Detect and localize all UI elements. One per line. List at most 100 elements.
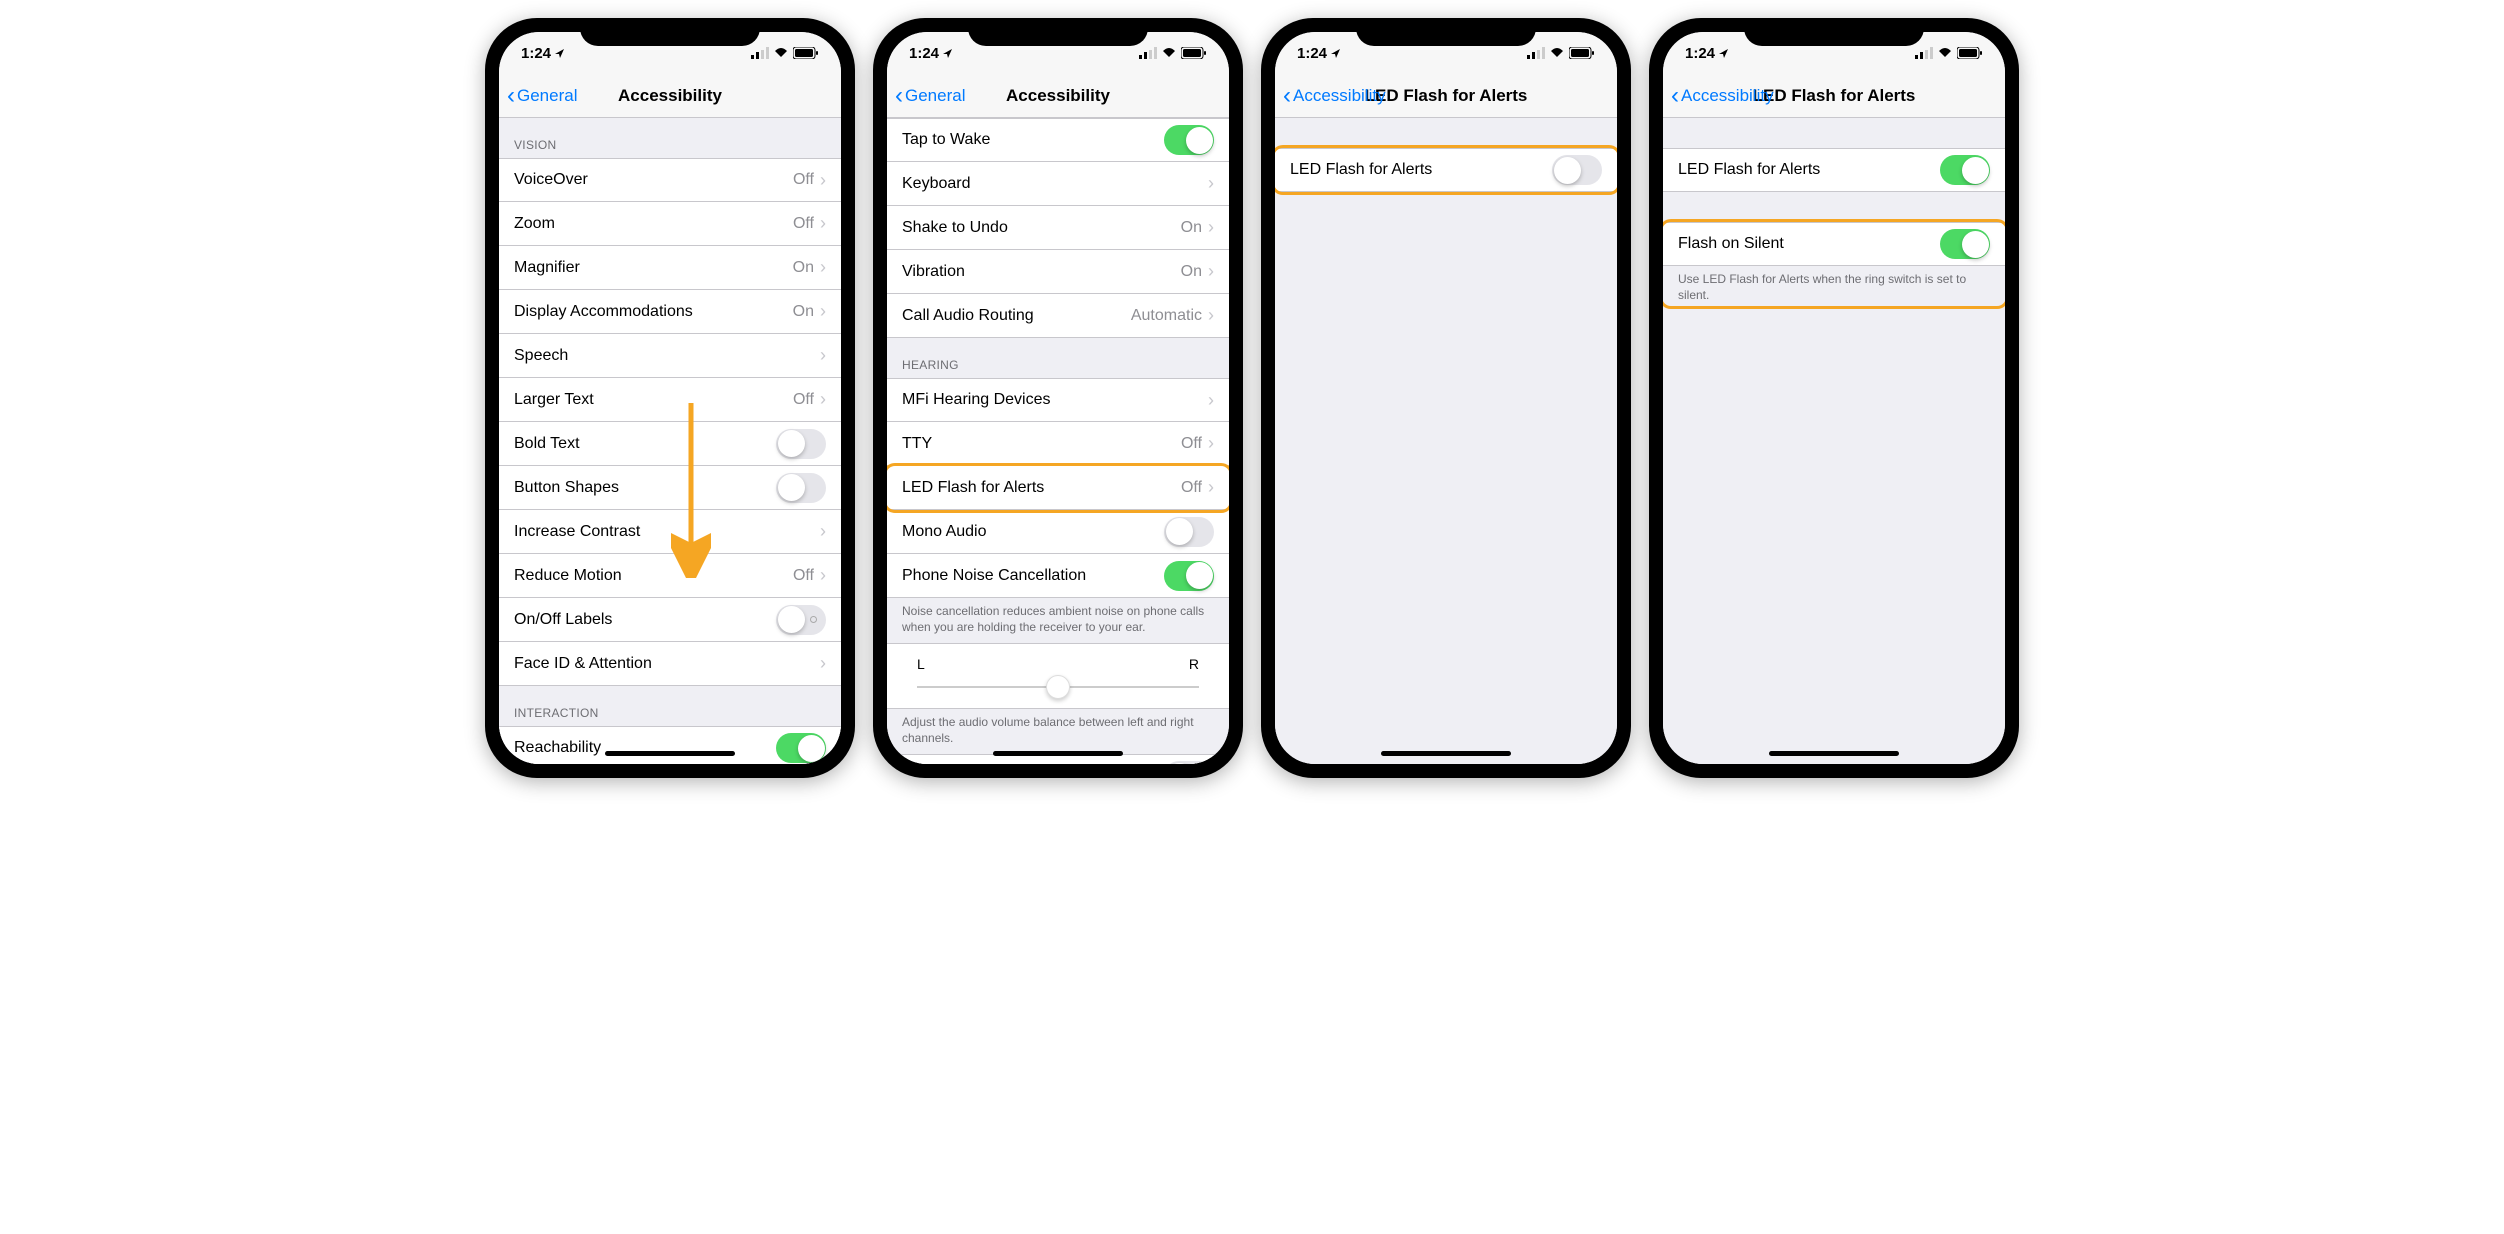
- balance-slider[interactable]: LR: [887, 643, 1229, 709]
- toggle-switch[interactable]: [1552, 155, 1602, 185]
- nav-bar: ‹ General Accessibility: [887, 74, 1229, 118]
- location-icon: [554, 48, 565, 59]
- back-button[interactable]: ‹ Accessibility: [1283, 82, 1386, 110]
- settings-row[interactable]: LED Flash for Alerts: [1663, 148, 2005, 192]
- row-label: Zoom: [514, 215, 793, 233]
- battery-icon: [793, 47, 819, 59]
- settings-row[interactable]: Button Shapes: [499, 466, 841, 510]
- chevron-left-icon: ‹: [1671, 82, 1679, 110]
- status-time: 1:24: [521, 45, 551, 62]
- toggle-switch[interactable]: [1940, 229, 1990, 259]
- chevron-right-icon: ›: [1208, 477, 1214, 498]
- toggle-switch[interactable]: [1164, 561, 1214, 591]
- signal-icon: [1139, 47, 1157, 59]
- home-indicator[interactable]: [1381, 751, 1511, 756]
- chevron-right-icon: ›: [820, 213, 826, 234]
- toggle-switch[interactable]: [776, 733, 826, 763]
- row-label: VoiceOver: [514, 171, 793, 189]
- wifi-icon: [1549, 47, 1565, 59]
- toggle-switch[interactable]: [776, 605, 826, 635]
- toggle-switch[interactable]: [1940, 155, 1990, 185]
- settings-row[interactable]: MagnifierOn›: [499, 246, 841, 290]
- settings-row[interactable]: Bold Text: [499, 422, 841, 466]
- section-footer: Use LED Flash for Alerts when the ring s…: [1663, 266, 2005, 311]
- settings-row[interactable]: MFi Hearing Devices›: [887, 378, 1229, 422]
- settings-row[interactable]: Speech›: [499, 334, 841, 378]
- settings-row[interactable]: VoiceOverOff›: [499, 158, 841, 202]
- wifi-icon: [773, 47, 789, 59]
- row-value: Off: [793, 567, 814, 585]
- section-footer: Adjust the audio volume balance between …: [887, 709, 1229, 754]
- back-label: General: [905, 86, 965, 106]
- home-indicator[interactable]: [1769, 751, 1899, 756]
- settings-row[interactable]: VibrationOn›: [887, 250, 1229, 294]
- back-button[interactable]: ‹ General: [507, 82, 577, 110]
- back-label: Accessibility: [1681, 86, 1774, 106]
- location-icon: [1718, 48, 1729, 59]
- settings-row[interactable]: Face ID & Attention›: [499, 642, 841, 686]
- chevron-left-icon: ‹: [507, 82, 515, 110]
- balance-right-label: R: [1189, 656, 1199, 672]
- row-label: MFi Hearing Devices: [902, 391, 1208, 409]
- screen: 1:24 ‹ General Accessibility Tap to Wake…: [887, 32, 1229, 764]
- settings-row[interactable]: On/Off Labels: [499, 598, 841, 642]
- toggle-switch[interactable]: [1164, 517, 1214, 547]
- chevron-right-icon: ›: [820, 565, 826, 586]
- home-indicator[interactable]: [605, 751, 735, 756]
- row-label: Keyboard: [902, 175, 1208, 193]
- row-label: Face ID & Attention: [514, 655, 820, 673]
- back-label: General: [517, 86, 577, 106]
- settings-row[interactable]: Call Audio RoutingAutomatic›: [887, 294, 1229, 338]
- settings-row[interactable]: Phone Noise Cancellation: [887, 554, 1229, 598]
- chevron-right-icon: ›: [820, 301, 826, 322]
- content-area[interactable]: LED Flash for Alerts: [1275, 118, 1617, 764]
- toggle-switch[interactable]: [776, 429, 826, 459]
- settings-row[interactable]: Display AccommodationsOn›: [499, 290, 841, 334]
- settings-row[interactable]: TTYOff›: [887, 422, 1229, 466]
- status-time: 1:24: [909, 45, 939, 62]
- screen: 1:24 ‹ Accessibility LED Flash for Alert…: [1663, 32, 2005, 764]
- row-value: Automatic: [1131, 307, 1202, 325]
- settings-row[interactable]: Keyboard›: [887, 162, 1229, 206]
- home-indicator[interactable]: [993, 751, 1123, 756]
- back-button[interactable]: ‹ Accessibility: [1671, 82, 1774, 110]
- settings-row[interactable]: LED Flash for AlertsOff›: [887, 466, 1229, 510]
- settings-row[interactable]: Shake to UndoOn›: [887, 206, 1229, 250]
- back-button[interactable]: ‹ General: [895, 82, 965, 110]
- settings-row[interactable]: Reachability: [499, 726, 841, 764]
- row-label: LED Flash for Alerts: [1678, 161, 1940, 179]
- row-label: Tap to Wake: [902, 131, 1164, 149]
- settings-row[interactable]: Mono Audio: [887, 510, 1229, 554]
- screen: 1:24 ‹ Accessibility LED Flash for Alert…: [1275, 32, 1617, 764]
- settings-row[interactable]: Flash on Silent: [1663, 222, 2005, 266]
- wifi-icon: [1161, 47, 1177, 59]
- row-label: Increase Contrast: [514, 523, 820, 541]
- battery-icon: [1569, 47, 1595, 59]
- settings-row[interactable]: LED Flash for Alerts: [1275, 148, 1617, 192]
- content-area[interactable]: VISION VoiceOverOff› ZoomOff› MagnifierO…: [499, 118, 841, 764]
- row-label: Bold Text: [514, 435, 776, 453]
- toggle-switch[interactable]: [776, 473, 826, 503]
- settings-row[interactable]: ZoomOff›: [499, 202, 841, 246]
- battery-icon: [1957, 47, 1983, 59]
- toggle-switch[interactable]: [1164, 761, 1214, 764]
- section-footer: Noise cancellation reduces ambient noise…: [887, 598, 1229, 643]
- notch: [580, 18, 760, 46]
- settings-row[interactable]: Increase Contrast›: [499, 510, 841, 554]
- settings-row[interactable]: Reduce MotionOff›: [499, 554, 841, 598]
- content-area[interactable]: Tap to Wake Keyboard› Shake to UndoOn› V…: [887, 118, 1229, 764]
- settings-row[interactable]: Larger TextOff›: [499, 378, 841, 422]
- chevron-right-icon: ›: [820, 653, 826, 674]
- row-label: Larger Text: [514, 391, 793, 409]
- toggle-switch[interactable]: [1164, 125, 1214, 155]
- section-header: VISION: [499, 118, 841, 158]
- chevron-left-icon: ‹: [895, 82, 903, 110]
- settings-row[interactable]: Tap to Wake: [887, 118, 1229, 162]
- row-label: Mono Audio: [902, 523, 1164, 541]
- content-area[interactable]: LED Flash for Alerts Flash on Silent Use…: [1663, 118, 2005, 764]
- chevron-right-icon: ›: [820, 345, 826, 366]
- row-label: Magnifier: [514, 259, 793, 277]
- phone-frame: 1:24 ‹ Accessibility LED Flash for Alert…: [1649, 18, 2019, 778]
- row-value: On: [1181, 219, 1202, 237]
- chevron-right-icon: ›: [1208, 173, 1214, 194]
